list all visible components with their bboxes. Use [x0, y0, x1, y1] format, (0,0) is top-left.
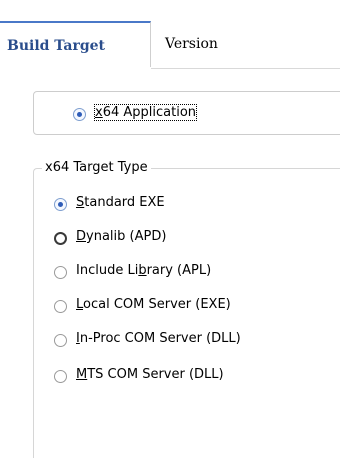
- tab-strip: Build Target Version: [0, 0, 340, 69]
- dynalib-label[interactable]: Dynalib (APD): [76, 229, 166, 244]
- include-library-radio[interactable]: [54, 266, 67, 279]
- include-library-label[interactable]: Include Library (APL): [76, 263, 211, 278]
- local-com-server-label[interactable]: Local COM Server (EXE): [76, 297, 231, 312]
- dynalib-radio[interactable]: [54, 232, 67, 245]
- mts-com-server-radio[interactable]: [54, 370, 67, 383]
- in-proc-com-server-label[interactable]: In-Proc COM Server (DLL): [76, 331, 241, 346]
- x64-application-label[interactable]: x64 Application: [93, 104, 198, 121]
- standard-exe-label[interactable]: Standard EXE: [76, 195, 165, 210]
- tab-version[interactable]: Version: [151, 21, 244, 67]
- x64-application-radio[interactable]: [73, 108, 86, 121]
- mts-com-server-label[interactable]: MTS COM Server (DLL): [76, 367, 224, 382]
- local-com-server-radio[interactable]: [54, 300, 67, 313]
- tab-build-target[interactable]: Build Target: [0, 21, 151, 67]
- standard-exe-radio[interactable]: [54, 198, 67, 211]
- build-target-panel: x64 Application x64 Target Type Standard…: [0, 69, 340, 458]
- target-type-legend: x64 Target Type: [42, 160, 151, 176]
- in-proc-com-server-radio[interactable]: [54, 334, 67, 347]
- target-type-group: [33, 168, 340, 458]
